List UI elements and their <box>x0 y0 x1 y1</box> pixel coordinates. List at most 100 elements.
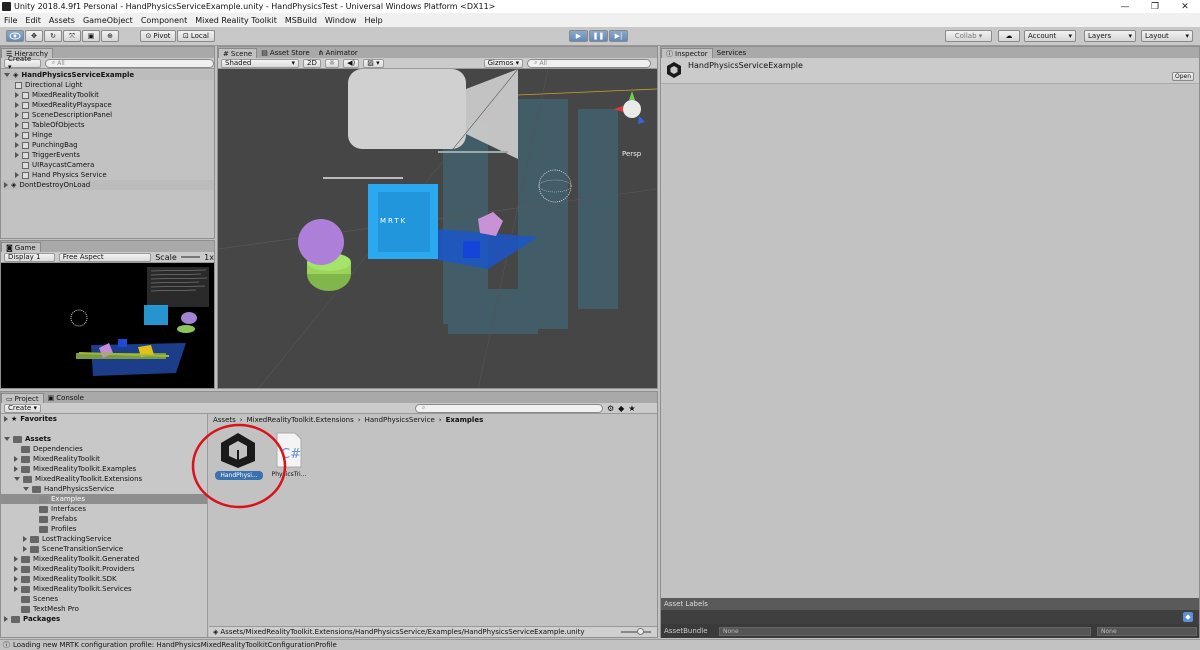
tab-animator[interactable]: ⋔ Animator <box>314 48 362 58</box>
expand-triangle-icon[interactable] <box>14 566 18 572</box>
menu-assets[interactable]: Assets <box>45 16 79 25</box>
project-tree-item[interactable]: MixedRealityToolkit.Services <box>1 584 207 594</box>
project-tree-item[interactable]: Dependencies <box>1 444 207 454</box>
persp-label[interactable]: Persp <box>622 150 641 158</box>
menu-help[interactable]: Help <box>360 16 386 25</box>
layers-dropdown[interactable]: Layers ▾ <box>1084 30 1136 42</box>
hierarchy-item[interactable]: SceneDescriptionPanel <box>1 110 214 120</box>
hierarchy-item[interactable]: MixedRealityPlayspace <box>1 100 214 110</box>
lighting-toggle[interactable]: ☼ <box>324 58 340 68</box>
tag-icon[interactable]: ◆ <box>1183 612 1193 622</box>
audio-toggle[interactable]: ◀) <box>343 58 360 68</box>
project-tree-item[interactable]: Interfaces <box>1 504 207 514</box>
project-tree-item[interactable]: Scenes <box>1 594 207 604</box>
expand-triangle-icon[interactable] <box>23 546 27 552</box>
scene-search-input[interactable]: ⌕ All <box>527 58 652 68</box>
expand-triangle-icon[interactable] <box>14 477 20 481</box>
expand-triangle-icon[interactable] <box>14 456 18 462</box>
close-button[interactable]: ✕ <box>1170 2 1200 12</box>
hierarchy-item[interactable]: UIRaycastCamera <box>1 160 214 170</box>
project-tree-item[interactable]: Examples <box>1 494 207 504</box>
effects-dropdown[interactable]: ▨ ▾ <box>363 58 384 68</box>
project-tree-item[interactable]: SceneTransitionService <box>1 544 207 554</box>
hierarchy-item[interactable]: TriggerEvents <box>1 150 214 160</box>
layout-dropdown[interactable]: Layout ▾ <box>1141 30 1193 42</box>
scene-root-row[interactable]: ◈ HandPhysicsServiceExample <box>1 70 214 80</box>
dontdestroy-root-row[interactable]: ◈ DontDestroyOnLoad <box>1 180 214 190</box>
tab-game[interactable]: ◙ Game <box>1 242 41 252</box>
tab-inspector[interactable]: ⓘ Inspector <box>661 48 713 58</box>
menu-window[interactable]: Window <box>321 16 361 25</box>
assets-row[interactable]: Assets <box>1 434 207 444</box>
display-dropdown[interactable]: Display 1 <box>4 252 55 262</box>
project-tree-item[interactable]: MixedRealityToolkit.Providers <box>1 564 207 574</box>
hierarchy-item[interactable]: MixedRealityToolkit <box>1 90 214 100</box>
hierarchy-item[interactable]: Directional Light <box>1 80 214 90</box>
step-button[interactable]: ▶| <box>609 30 628 42</box>
expand-triangle-icon[interactable] <box>14 586 18 592</box>
star-icon[interactable]: ★ <box>628 404 635 413</box>
project-tree-item[interactable]: MixedRealityToolkit.Generated <box>1 554 207 564</box>
project-create-button[interactable]: Create ▾ <box>4 403 41 413</box>
pause-button[interactable]: ❚❚ <box>589 30 608 42</box>
project-tree-item[interactable]: MixedRealityToolkit.Examples <box>1 464 207 474</box>
asset-bundle-dropdown[interactable]: None <box>719 626 1091 636</box>
local-toggle[interactable]: ⊡ Local <box>177 30 215 42</box>
shading-dropdown[interactable]: Shaded ▾ <box>221 58 299 68</box>
expand-triangle-icon[interactable] <box>14 556 18 562</box>
project-tree-item[interactable]: Prefabs <box>1 514 207 524</box>
expand-triangle-icon[interactable] <box>14 576 18 582</box>
aspect-dropdown[interactable]: Free Aspect <box>58 252 152 262</box>
rotate-tool-button[interactable]: ↻ <box>44 30 62 42</box>
project-tree-item[interactable]: MixedRealityToolkit.Extensions <box>1 474 207 484</box>
minimize-button[interactable]: — <box>1110 2 1140 12</box>
maximize-button[interactable]: ❐ <box>1140 2 1170 12</box>
menu-component[interactable]: Component <box>137 16 191 25</box>
project-tree-item[interactable]: MixedRealityToolkit <box>1 454 207 464</box>
scale-tool-button[interactable]: ⤧ <box>63 30 81 42</box>
project-tree-item[interactable]: HandPhysicsService <box>1 484 207 494</box>
hierarchy-item[interactable]: Hand Physics Service <box>1 170 214 180</box>
project-tree-item[interactable]: TextMesh Pro <box>1 604 207 614</box>
tab-project[interactable]: ▭ Project <box>1 393 44 403</box>
menu-edit[interactable]: Edit <box>21 16 45 25</box>
project-tree-item[interactable]: Profiles <box>1 524 207 534</box>
mode-2d-toggle[interactable]: 2D <box>303 58 321 68</box>
play-button[interactable]: ▶ <box>569 30 588 42</box>
rect-tool-button[interactable]: ▣ <box>82 30 100 42</box>
scale-slider[interactable] <box>180 256 201 258</box>
project-search-input[interactable]: ⌕ <box>415 403 603 413</box>
tab-services[interactable]: Services <box>713 48 751 58</box>
scene-view[interactable]: MRTK Persp <box>218 69 657 388</box>
asset-variant-dropdown[interactable]: None <box>1097 626 1197 636</box>
collab-dropdown[interactable]: Collab ▾ <box>945 30 992 42</box>
account-dropdown[interactable]: Account ▾ <box>1024 30 1076 42</box>
menu-msbuild[interactable]: MSBuild <box>281 16 321 25</box>
hierarchy-item[interactable]: Hinge <box>1 130 214 140</box>
asset-labels-header[interactable]: Asset Labels <box>661 598 1199 610</box>
move-tool-button[interactable]: ✥ <box>25 30 43 42</box>
hierarchy-item[interactable]: TableOfObjects <box>1 120 214 130</box>
filter-label-icon[interactable]: ◆ <box>618 404 624 413</box>
breadcrumb-item[interactable]: HandPhysicsService <box>365 416 435 424</box>
expand-triangle-icon[interactable] <box>14 466 18 472</box>
game-view[interactable] <box>1 263 214 388</box>
icon-size-slider[interactable] <box>621 628 651 635</box>
expand-triangle-icon[interactable] <box>23 487 29 491</box>
tab-scene[interactable]: # Scene <box>218 48 258 58</box>
gizmos-dropdown[interactable]: Gizmos ▾ <box>483 58 524 68</box>
hierarchy-search-input[interactable]: ⌕ All <box>44 58 214 68</box>
packages-row[interactable]: Packages <box>1 614 207 624</box>
tab-asset-store[interactable]: ▤ Asset Store <box>257 48 314 58</box>
menu-mixed-reality-toolkit[interactable]: Mixed Reality Toolkit <box>191 16 281 25</box>
tab-console[interactable]: ▣ Console <box>44 393 88 403</box>
cloud-button[interactable]: ☁ <box>998 30 1020 42</box>
hierarchy-item[interactable]: PunchingBag <box>1 140 214 150</box>
pivot-toggle[interactable]: ⊙ Pivot <box>140 30 176 42</box>
breadcrumb-item[interactable]: Examples <box>446 416 484 424</box>
expand-triangle-icon[interactable] <box>23 536 27 542</box>
project-tree-item[interactable]: LostTrackingService <box>1 534 207 544</box>
open-button[interactable]: Open <box>1172 72 1194 81</box>
favorites-row[interactable]: ★ Favorites <box>1 414 207 424</box>
hierarchy-create-button[interactable]: Create ▾ <box>4 55 41 71</box>
